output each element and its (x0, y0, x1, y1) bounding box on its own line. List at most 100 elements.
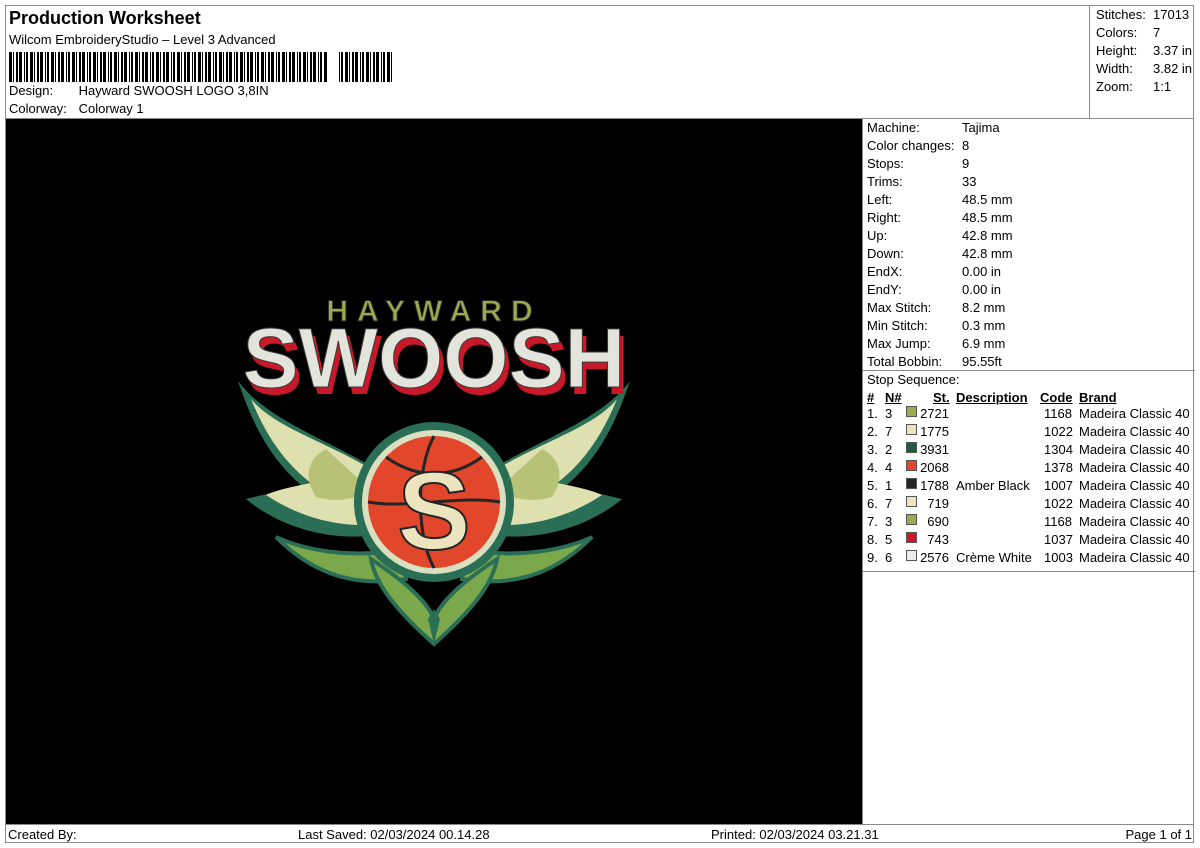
stop-needle: 2 (885, 442, 893, 457)
stop-description: Amber Black (956, 478, 1030, 493)
machine-info-row: EndX: 0.00 in (867, 264, 1002, 279)
stop-num: 3. (867, 442, 878, 457)
stop-stitches: 1788 (920, 478, 949, 493)
printed-date: Printed: 02/03/2024 03.21.31 (711, 827, 879, 842)
design-label: Design: (9, 83, 54, 98)
stop-row: 2. 7 1775 1022 Madeira Classic 40 (863, 424, 1193, 442)
stat-stitches: Stitches: 17013 (1096, 7, 1190, 22)
stop-code: 1378 (1044, 460, 1073, 475)
stat-height: Height: 3.37 in (1096, 43, 1193, 58)
machine-info-row: Down: 42.8 mm (867, 246, 1013, 261)
stop-brand: Madeira Classic 40 (1079, 514, 1190, 529)
machine-info-row: Max Jump: 6.9 mm (867, 336, 1006, 351)
colorway-value: Colorway 1 (78, 101, 144, 116)
stop-num: 2. (867, 424, 878, 439)
stop-needle: 4 (885, 460, 893, 475)
stop-needle: 1 (885, 478, 893, 493)
table-bottom-divider (863, 571, 1195, 572)
stop-sequence-title: Stop Sequence: (867, 372, 960, 387)
col-header-st: St. (933, 390, 950, 405)
stop-code: 1022 (1044, 496, 1073, 511)
stop-row: 8. 5 743 1037 Madeira Classic 40 (863, 532, 1193, 550)
machine-info-row: Max Stitch: 8.2 mm (867, 300, 1006, 315)
stop-description: Crème White (956, 550, 1032, 565)
info-panel: Machine: Tajima Color changes: 8 Stops: 9 Trim… (862, 119, 1195, 824)
info-divider (863, 370, 1195, 371)
stop-stitches: 2721 (920, 406, 949, 421)
col-header-n: N# (885, 390, 902, 405)
stats-panel: Stitches: 17013 Colors: 7 Height: 3.37 in W… (1089, 6, 1195, 118)
stop-stitches: 743 (927, 532, 949, 547)
color-swatch (906, 478, 917, 489)
color-swatch (906, 496, 917, 507)
logo-center-letter: S (397, 450, 470, 573)
machine-info-row: Color changes: 8 (867, 138, 970, 153)
stop-code: 1168 (1044, 514, 1072, 529)
machine-info-row: Right: 48.5 mm (867, 210, 1013, 225)
page-number: Page 1 of 1 (1125, 827, 1193, 842)
stop-row: 6. 7 719 1022 Madeira Classic 40 (863, 496, 1193, 514)
stop-needle: 5 (885, 532, 893, 547)
stop-brand: Madeira Classic 40 (1079, 550, 1190, 565)
stop-stitches: 1775 (920, 424, 949, 439)
stop-code: 1168 (1044, 406, 1072, 421)
stop-stitches: 719 (927, 496, 949, 511)
colorway-label: Colorway: (9, 101, 67, 116)
stop-row: 3. 2 3931 1304 Madeira Classic 40 (863, 442, 1193, 460)
stop-row: 5. 1 1788 Amber Black 1007 Madeira Classic 40 (863, 478, 1193, 496)
machine-info-row: EndY: 0.00 in (867, 282, 1002, 297)
stop-num: 5. (867, 478, 878, 493)
stop-needle: 7 (885, 424, 893, 439)
logo-main-text: SWOOSH (243, 311, 626, 405)
color-swatch (906, 514, 917, 525)
col-header-code: Code (1040, 390, 1073, 405)
machine-info-row: Trims: 33 (867, 174, 977, 189)
stop-needle: 6 (885, 550, 893, 565)
page-title: Production Worksheet (9, 8, 201, 28)
color-swatch (906, 532, 917, 543)
color-swatch (906, 550, 917, 561)
stop-num: 9. (867, 550, 878, 565)
color-swatch (906, 406, 917, 417)
machine-info-row: Up: 42.8 mm (867, 228, 1013, 243)
machine-info-row: Min Stitch: 0.3 mm (867, 318, 1006, 333)
stop-num: 7. (867, 514, 878, 529)
stop-code: 1037 (1044, 532, 1073, 547)
stop-row: 1. 3 2721 1168 Madeira Classic 40 (863, 406, 1193, 424)
created-by: Created By: (8, 827, 77, 842)
col-header-description: Description (956, 390, 1028, 405)
stop-num: 6. (867, 496, 878, 511)
stat-zoom: Zoom: 1:1 (1096, 79, 1172, 94)
stat-width: Width: 3.82 in (1096, 61, 1193, 76)
footer: Created By: Last Saved: 02/03/2024 00.14… (6, 824, 1194, 844)
stop-num: 8. (867, 532, 878, 547)
stop-brand: Madeira Classic 40 (1079, 424, 1190, 439)
stop-brand: Madeira Classic 40 (1079, 496, 1190, 511)
stop-brand: Madeira Classic 40 (1079, 406, 1190, 421)
stop-needle: 7 (885, 496, 893, 511)
stat-colors: Colors: 7 (1096, 25, 1161, 40)
stop-code: 1003 (1044, 550, 1073, 565)
color-swatch (906, 460, 917, 471)
barcode (9, 52, 392, 82)
stop-brand: Madeira Classic 40 (1079, 532, 1190, 547)
stop-needle: 3 (885, 514, 893, 529)
col-header-num: # (867, 390, 875, 405)
stop-needle: 3 (885, 406, 893, 421)
stop-stitches: 2576 (920, 550, 949, 565)
stop-row: 4. 4 2068 1378 Madeira Classic 40 (863, 460, 1193, 478)
software-name: Wilcom EmbroideryStudio – Level 3 Advanc… (9, 32, 276, 47)
stop-code: 1304 (1044, 442, 1073, 457)
stop-num: 1. (867, 406, 878, 421)
design-row: Design: Hayward SWOOSH LOGO 3,8IN (9, 83, 269, 98)
stop-stitches: 3931 (920, 442, 949, 457)
color-swatch (906, 442, 917, 453)
colorway-row: Colorway: Colorway 1 (9, 101, 144, 116)
machine-info-row: Total Bobbin: 95.55ft (867, 354, 1002, 369)
color-swatch (906, 424, 917, 435)
stop-row: 7. 3 690 1168 Madeira Classic 40 (863, 514, 1193, 532)
stop-brand: Madeira Classic 40 (1079, 460, 1190, 475)
stop-code: 1022 (1044, 424, 1073, 439)
stop-stitches: 2068 (920, 460, 949, 475)
design-value: Hayward SWOOSH LOGO 3,8IN (78, 83, 269, 98)
